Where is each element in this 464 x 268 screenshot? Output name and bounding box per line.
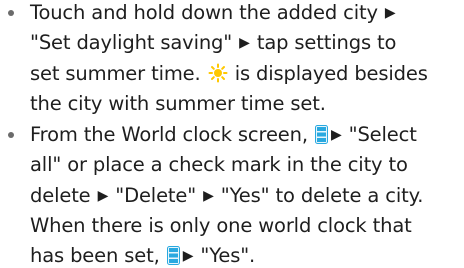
- text-line: all" or place a check mark in the city t…: [30, 153, 408, 177]
- arrow-right-icon: ▶: [239, 35, 250, 51]
- text-segment: all" or place a check mark in the city t…: [30, 153, 408, 176]
- text-line: Touch and hold down the added city ▶: [30, 1, 397, 25]
- text-segment: From the World clock screen,: [30, 123, 314, 146]
- text-segment: When there is only one world clock that: [30, 214, 412, 237]
- sun-icon: [208, 63, 228, 83]
- text-line: When there is only one world clock that: [30, 214, 412, 238]
- arrow-right-icon: ▶: [97, 188, 109, 204]
- text-segment: "Yes" to delete a city.: [214, 184, 424, 207]
- text-line: delete ▶ "Delete" ▶ "Yes" to delete a ci…: [30, 184, 423, 208]
- text-segment: the city with summer time set.: [30, 92, 326, 115]
- text-segment: "Set daylight saving": [30, 31, 239, 54]
- arrow-right-icon: ▶: [182, 248, 194, 264]
- text-line: has been set, ▶ "Yes".: [30, 244, 255, 268]
- text-segment: set summer time.: [30, 62, 207, 85]
- instruction-document: Touch and hold down the added city ▶ "Se…: [0, 0, 464, 267]
- text-segment: delete: [30, 184, 97, 207]
- text-line: "Set daylight saving" ▶ tap settings to: [30, 31, 396, 55]
- text-segment: tap settings to: [250, 31, 397, 54]
- arrow-right-icon: ▶: [330, 127, 342, 143]
- text-segment: "Select: [342, 123, 417, 146]
- arrow-right-icon: ▶: [203, 188, 214, 204]
- arrow-right-icon: ▶: [384, 5, 396, 21]
- text-segment: is displayed besides: [228, 62, 428, 85]
- text-line: From the World clock screen, ▶ "Select: [30, 123, 417, 147]
- text-line: set summer time. is displayed besides: [30, 62, 428, 86]
- text-line: the city with summer time set.: [30, 92, 326, 116]
- bullet-dot: [8, 132, 14, 138]
- bullet-dot: [8, 10, 14, 16]
- text-segment: "Yes".: [194, 244, 256, 267]
- text-segment: "Delete": [109, 184, 203, 207]
- menu-key-icon: [166, 246, 180, 265]
- menu-key-icon: [314, 125, 328, 144]
- text-segment: has been set,: [30, 244, 166, 267]
- text-segment: Touch and hold down the added city: [30, 1, 384, 24]
